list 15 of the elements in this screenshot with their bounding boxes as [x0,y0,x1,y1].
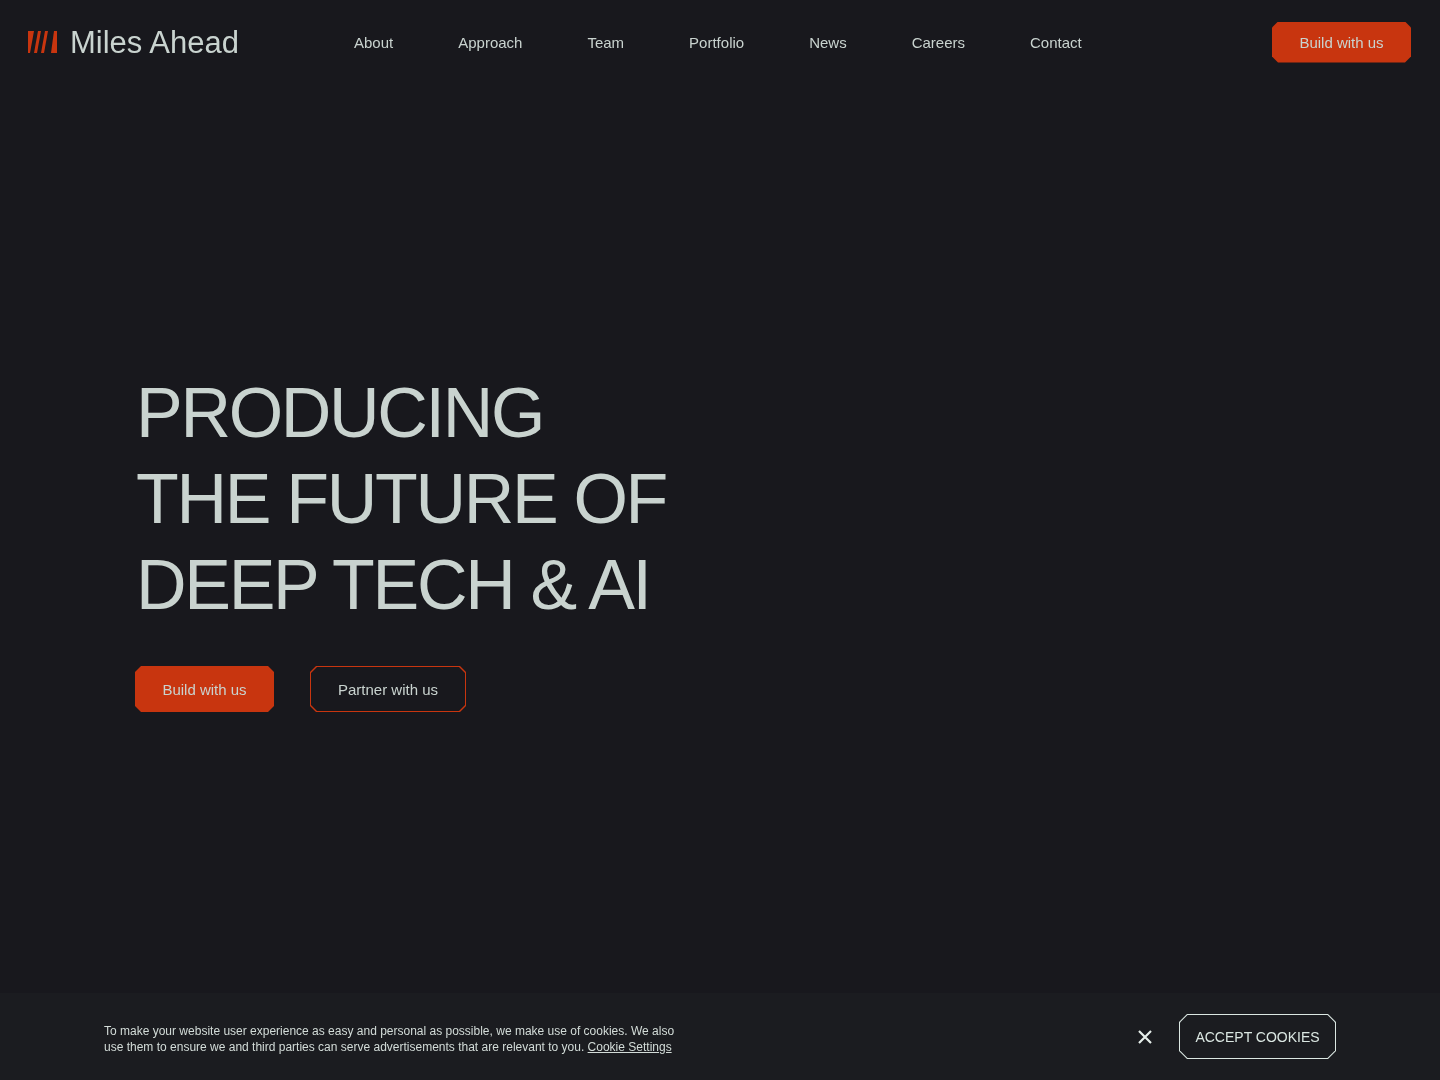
close-icon[interactable] [1138,1029,1152,1044]
hero-headline: PRODUCING THE FUTURE OF DEEP TECH & AI [136,373,667,626]
logo-stripes-icon [28,31,57,53]
partner-button[interactable]: Partner with us [310,666,466,712]
nav-link[interactable]: Approach [458,33,523,51]
logo-text[interactable]: Miles Ahead [70,26,239,58]
cookie-settings-link[interactable]: Cookie Settings [587,1039,672,1054]
nav-link[interactable]: About [354,33,394,51]
cookie-notice-text: To make your website user experience as easy and personal as possible, we make use of cookies. We also use them to ensure we and third parties can serve advertisements that are relevant to you. Cookie Settings [104,1022,676,1055]
nav-link[interactable]: Contact [1030,33,1082,51]
accept-cookies-button[interactable]: ACCEPT COOKIES [1179,1014,1336,1059]
nav-link[interactable]: Portfolio [689,33,745,51]
nav-link[interactable]: Careers [911,33,965,51]
nav-link[interactable]: News [809,33,847,51]
nav-link[interactable]: Team [587,33,625,51]
